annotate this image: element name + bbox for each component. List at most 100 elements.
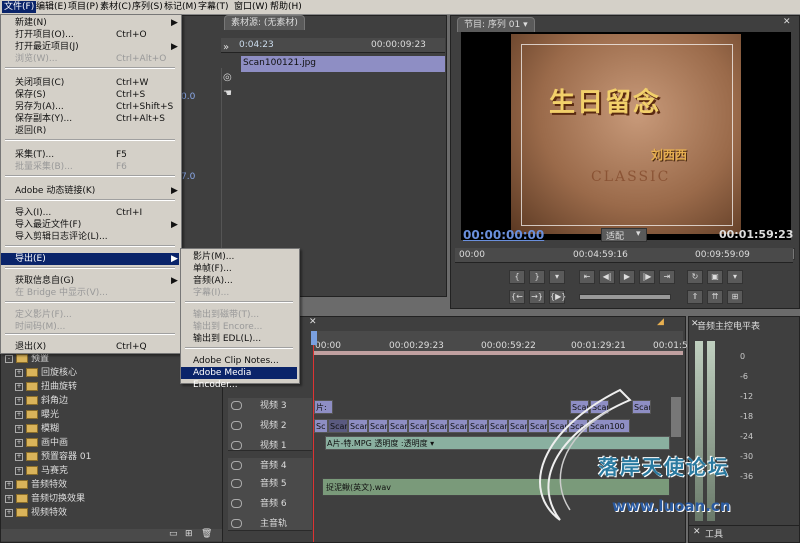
menu-item-6[interactable]: 字幕(T) — [196, 1, 231, 13]
video2-clip[interactable]: Sc — [314, 419, 328, 433]
file-menu-item[interactable]: 导入剪辑日志评论(L)... — [1, 231, 179, 243]
video2-clip[interactable]: Scar — [448, 419, 468, 433]
menu-item-8[interactable]: 帮助(H) — [268, 1, 304, 13]
effects-tree-item[interactable]: + 模糊 — [15, 423, 59, 436]
video2-clip[interactable]: Scar — [468, 419, 488, 433]
file-menu-item[interactable]: 打开最近项目(J) ▶ — [1, 41, 179, 53]
export-menu-item[interactable]: 音频(A)... — [181, 275, 297, 287]
file-menu-item[interactable]: 在 Bridge 中显示(V)... — [1, 287, 179, 299]
file-menu-item[interactable]: 时间码(M)... — [1, 321, 179, 333]
playhead-handle[interactable] — [311, 331, 317, 345]
step-back-icon[interactable]: ◀| — [599, 270, 615, 284]
tab-source[interactable]: 素材源: (无素材) — [224, 15, 305, 30]
new-item-icon[interactable]: ⊞ — [185, 529, 193, 539]
source-hand-icon[interactable]: ☚ — [223, 88, 232, 99]
menu-item-7[interactable]: 窗口(W) — [232, 1, 270, 13]
export-menu-item[interactable]: 输出到 Encore... — [181, 321, 297, 333]
expand-icon[interactable]: + — [15, 466, 23, 475]
source-lock-icon[interactable]: ◎ — [223, 72, 232, 83]
file-menu-item[interactable]: 新建(N) ▶ — [1, 17, 179, 29]
video2-clip[interactable]: Scar — [328, 419, 348, 433]
file-menu-item[interactable]: Adobe 动态链接(K) ▶ — [1, 185, 179, 197]
menu-item-2[interactable]: 项目(P) — [66, 1, 100, 13]
eye-icon[interactable] — [231, 441, 242, 450]
loop-icon[interactable]: ↻ — [687, 270, 703, 284]
file-menu-item[interactable]: 浏览(W)... Ctrl+Alt+O — [1, 53, 179, 65]
expand-icon[interactable]: + — [15, 410, 23, 419]
source-nav-icon[interactable]: » — [223, 42, 229, 53]
effects-tree-item[interactable]: + 音频切换效果 — [5, 493, 85, 506]
track-header[interactable]: 视频 1 — [228, 438, 312, 451]
effects-tree-item[interactable]: + 曝光 — [15, 409, 59, 422]
effects-tree-item[interactable]: + 视频特效 — [5, 507, 67, 520]
program-ruler[interactable]: 00:00 00:04:59:16 00:09:59:09 — [455, 248, 793, 263]
export-menu-item[interactable]: 影片(M)... — [181, 251, 297, 263]
video2-clip[interactable]: Scar — [348, 419, 368, 433]
effects-tree-item[interactable]: + 画中画 — [15, 437, 68, 450]
tab-program-dropdown-icon[interactable]: ▾ — [523, 20, 528, 30]
go-in-icon[interactable]: {← — [509, 290, 525, 304]
expand-icon[interactable]: + — [15, 438, 23, 447]
extract-icon[interactable]: ⇈ — [707, 290, 723, 304]
go-previous-icon[interactable]: ⇤ — [579, 270, 595, 284]
file-menu-item[interactable]: 定义影片(F)... — [1, 309, 179, 321]
file-menu-item[interactable]: 关闭项目(C) Ctrl+W — [1, 77, 179, 89]
eye-icon[interactable] — [231, 401, 242, 410]
file-menu-item[interactable]: 另存为(A)... Ctrl+Shift+S — [1, 101, 179, 113]
file-menu-item[interactable]: 批量采集(B)... F6 — [1, 161, 179, 173]
program-fit-select[interactable]: 适配 ▾ — [601, 228, 647, 242]
expand-icon[interactable]: + — [5, 480, 13, 489]
menu-item-3[interactable]: 素材(C) — [98, 1, 133, 13]
set-marker-icon[interactable]: ▾ — [549, 270, 565, 284]
eye-icon[interactable] — [231, 421, 242, 430]
file-menu-item[interactable]: 获取信息自(G) ▶ — [1, 275, 179, 287]
new-bin-icon[interactable]: ▭ — [169, 529, 178, 539]
expand-icon[interactable]: + — [15, 368, 23, 377]
track-header[interactable]: 音频 5 — [228, 476, 312, 497]
video3-clip[interactable]: 片: — [314, 400, 333, 414]
timeline-close-icon[interactable]: ✕ — [309, 317, 317, 327]
export-menu-item[interactable]: Adobe Media Encoder... — [181, 367, 297, 390]
export-menu-item[interactable]: 输出到磁带(T)... — [181, 309, 297, 321]
playhead[interactable] — [313, 337, 314, 542]
play-in-out-icon[interactable]: {▶} — [549, 290, 566, 304]
tab-program[interactable]: 节目: 序列 01 ▾ — [457, 17, 535, 32]
speaker-icon[interactable] — [231, 499, 242, 508]
track-header[interactable]: 视频 3 — [228, 398, 312, 419]
file-menu-item[interactable]: 返回(R) — [1, 125, 179, 137]
tools-close-icon[interactable]: ✕ — [693, 527, 701, 537]
file-menu-item[interactable]: 打开项目(O)... Ctrl+O — [1, 29, 179, 41]
trash-icon[interactable]: 🗑 — [201, 529, 212, 539]
video2-clip[interactable]: Scar — [428, 419, 448, 433]
expand-icon[interactable]: + — [5, 508, 13, 517]
shuttle-slider[interactable] — [579, 294, 671, 300]
video2-clip[interactable]: Scar — [408, 419, 428, 433]
expand-icon[interactable]: + — [15, 396, 23, 405]
track-header[interactable]: 视频 2 — [228, 418, 312, 439]
source-ruler[interactable]: 0:04:23 00:00:09:23 — [221, 38, 445, 53]
play-icon[interactable]: ▶ — [619, 270, 635, 284]
effects-tree-item[interactable]: + 马赛克 — [15, 465, 68, 478]
file-menu-item[interactable]: 导入最近文件(F) ▶ — [1, 219, 179, 231]
menu-item-4[interactable]: 序列(S) — [130, 1, 165, 13]
go-out-icon[interactable]: →} — [529, 290, 545, 304]
file-menu-item[interactable]: 保存副本(Y)... Ctrl+Alt+S — [1, 113, 179, 125]
effects-tree-item[interactable]: + 音频特效 — [5, 479, 67, 492]
work-area-bar[interactable] — [313, 351, 683, 355]
expand-icon[interactable]: + — [5, 494, 13, 503]
effects-tree-item[interactable]: - 预置 — [5, 353, 49, 366]
expand-icon[interactable]: + — [15, 424, 23, 433]
menu-item-0[interactable]: 文件(F) — [2, 1, 37, 13]
file-menu-item[interactable]: 保存(S) Ctrl+S — [1, 89, 179, 101]
export-menu-item[interactable]: 单帧(F)... — [181, 263, 297, 275]
file-menu-item[interactable]: 导出(E) ▶ — [1, 253, 179, 265]
mark-in-icon[interactable]: { — [509, 270, 525, 284]
effects-tree-item[interactable]: + 扭曲旋转 — [15, 381, 77, 394]
program-current-time[interactable]: 00:00:00:00 — [463, 228, 544, 242]
export-menu-item[interactable]: 字幕(I)... — [181, 287, 297, 299]
file-menu-item[interactable]: 导入(I)... Ctrl+I — [1, 207, 179, 219]
menu-item-1[interactable]: 编辑(E) — [34, 1, 69, 13]
go-next-icon[interactable]: ⇥ — [659, 270, 675, 284]
export-menu-item[interactable]: Adobe Clip Notes... — [181, 355, 297, 367]
speaker-icon[interactable] — [231, 479, 242, 488]
